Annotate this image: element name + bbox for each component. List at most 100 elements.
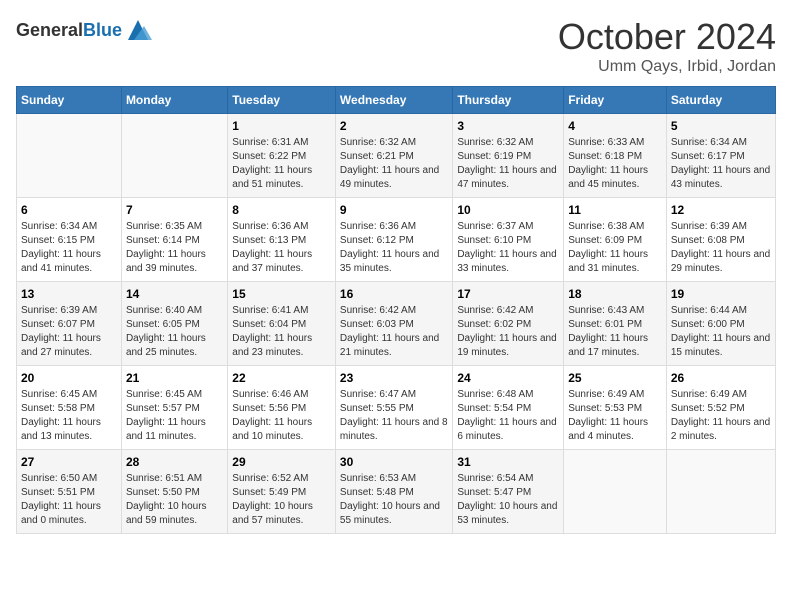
title-month: October 2024 bbox=[558, 16, 776, 58]
day-info: Sunrise: 6:45 AMSunset: 5:58 PMDaylight:… bbox=[21, 388, 117, 444]
calendar-cell: 9 Sunrise: 6:36 AMSunset: 6:12 PMDaylight… bbox=[335, 198, 452, 282]
day-number: 26 bbox=[671, 371, 771, 385]
calendar-cell: 13Sunrise: 6:39 AMSunset: 6:07 PMDayligh… bbox=[17, 282, 122, 366]
day-number: 14 bbox=[126, 287, 223, 301]
day-number: 23 bbox=[340, 371, 448, 385]
calendar-header: SundayMondayTuesdayWednesdayThursdayFrid… bbox=[17, 87, 776, 114]
day-number: 17 bbox=[457, 287, 559, 301]
day-number: 10 bbox=[457, 203, 559, 217]
logo-icon bbox=[124, 16, 152, 44]
day-info: Sunrise: 6:34 AMSunset: 6:15 PMDaylight:… bbox=[21, 220, 117, 276]
page-header: GeneralBlue October 2024 Umm Qays, Irbid… bbox=[16, 16, 776, 76]
day-number: 18 bbox=[568, 287, 662, 301]
day-number: 4 bbox=[568, 119, 662, 133]
day-info: Sunrise: 6:49 AMSunset: 5:52 PMDaylight:… bbox=[671, 388, 771, 444]
day-number: 3 bbox=[457, 119, 559, 133]
weekday-header: Thursday bbox=[453, 87, 564, 114]
day-info: Sunrise: 6:36 AMSunset: 6:12 PMDaylight:… bbox=[340, 220, 448, 276]
day-number: 12 bbox=[671, 203, 771, 217]
calendar-cell: 31 Sunrise: 6:54 AMSunset: 5:47 PMDayligh… bbox=[453, 450, 564, 534]
day-info: Sunrise: 6:45 AMSunset: 5:57 PMDaylight:… bbox=[126, 388, 223, 444]
calendar-cell bbox=[564, 450, 667, 534]
weekday-row: SundayMondayTuesdayWednesdayThursdayFrid… bbox=[17, 87, 776, 114]
calendar-cell: 3 Sunrise: 6:32 AMSunset: 6:19 PMDaylight… bbox=[453, 114, 564, 198]
day-number: 25 bbox=[568, 371, 662, 385]
calendar-table: SundayMondayTuesdayWednesdayThursdayFrid… bbox=[16, 86, 776, 534]
day-info: Sunrise: 6:49 AMSunset: 5:53 PMDaylight:… bbox=[568, 388, 662, 444]
day-number: 9 bbox=[340, 203, 448, 217]
calendar-cell: 8 Sunrise: 6:36 AMSunset: 6:13 PMDaylight… bbox=[228, 198, 336, 282]
day-info: Sunrise: 6:36 AMSunset: 6:13 PMDaylight:… bbox=[232, 220, 331, 276]
calendar-cell: 30 Sunrise: 6:53 AMSunset: 5:48 PMDayligh… bbox=[335, 450, 452, 534]
day-info: Sunrise: 6:32 AMSunset: 6:21 PMDaylight:… bbox=[340, 136, 448, 192]
calendar-cell: 21 Sunrise: 6:45 AMSunset: 5:57 PMDayligh… bbox=[121, 366, 227, 450]
day-number: 20 bbox=[21, 371, 117, 385]
calendar-cell: 28 Sunrise: 6:51 AMSunset: 5:50 PMDayligh… bbox=[121, 450, 227, 534]
day-number: 11 bbox=[568, 203, 662, 217]
weekday-header: Sunday bbox=[17, 87, 122, 114]
day-info: Sunrise: 6:41 AMSunset: 6:04 PMDaylight:… bbox=[232, 304, 331, 360]
day-info: Sunrise: 6:37 AMSunset: 6:10 PMDaylight:… bbox=[457, 220, 559, 276]
weekday-header: Friday bbox=[564, 87, 667, 114]
calendar-cell: 22Sunrise: 6:46 AMSunset: 5:56 PMDayligh… bbox=[228, 366, 336, 450]
logo-general: General bbox=[16, 20, 83, 40]
day-number: 8 bbox=[232, 203, 331, 217]
day-info: Sunrise: 6:38 AMSunset: 6:09 PMDaylight:… bbox=[568, 220, 662, 276]
title-section: October 2024 Umm Qays, Irbid, Jordan bbox=[558, 16, 776, 76]
day-number: 1 bbox=[232, 119, 331, 133]
day-info: Sunrise: 6:34 AMSunset: 6:17 PMDaylight:… bbox=[671, 136, 771, 192]
day-info: Sunrise: 6:39 AMSunset: 6:08 PMDaylight:… bbox=[671, 220, 771, 276]
calendar-cell bbox=[666, 450, 775, 534]
day-number: 19 bbox=[671, 287, 771, 301]
day-info: Sunrise: 6:51 AMSunset: 5:50 PMDaylight:… bbox=[126, 472, 223, 528]
calendar-cell: 26 Sunrise: 6:49 AMSunset: 5:52 PMDayligh… bbox=[666, 366, 775, 450]
calendar-cell: 29Sunrise: 6:52 AMSunset: 5:49 PMDayligh… bbox=[228, 450, 336, 534]
day-info: Sunrise: 6:42 AMSunset: 6:03 PMDaylight:… bbox=[340, 304, 448, 360]
day-number: 7 bbox=[126, 203, 223, 217]
calendar-cell: 23Sunrise: 6:47 AMSunset: 5:55 PMDayligh… bbox=[335, 366, 452, 450]
weekday-header: Saturday bbox=[666, 87, 775, 114]
weekday-header: Tuesday bbox=[228, 87, 336, 114]
day-number: 22 bbox=[232, 371, 331, 385]
calendar-cell: 11 Sunrise: 6:38 AMSunset: 6:09 PMDayligh… bbox=[564, 198, 667, 282]
day-number: 5 bbox=[671, 119, 771, 133]
day-number: 24 bbox=[457, 371, 559, 385]
weekday-header: Monday bbox=[121, 87, 227, 114]
calendar-week-row: 6 Sunrise: 6:34 AMSunset: 6:15 PMDaylight… bbox=[17, 198, 776, 282]
title-location: Umm Qays, Irbid, Jordan bbox=[558, 58, 776, 76]
calendar-cell: 24Sunrise: 6:48 AMSunset: 5:54 PMDayligh… bbox=[453, 366, 564, 450]
day-info: Sunrise: 6:42 AMSunset: 6:02 PMDaylight:… bbox=[457, 304, 559, 360]
calendar-cell: 18 Sunrise: 6:43 AMSunset: 6:01 PMDayligh… bbox=[564, 282, 667, 366]
day-info: Sunrise: 6:31 AMSunset: 6:22 PMDaylight:… bbox=[232, 136, 331, 192]
calendar-cell: 6 Sunrise: 6:34 AMSunset: 6:15 PMDaylight… bbox=[17, 198, 122, 282]
day-info: Sunrise: 6:35 AMSunset: 6:14 PMDaylight:… bbox=[126, 220, 223, 276]
calendar-cell: 10 Sunrise: 6:37 AMSunset: 6:10 PMDayligh… bbox=[453, 198, 564, 282]
calendar-cell: 20 Sunrise: 6:45 AMSunset: 5:58 PMDayligh… bbox=[17, 366, 122, 450]
day-info: Sunrise: 6:40 AMSunset: 6:05 PMDaylight:… bbox=[126, 304, 223, 360]
day-info: Sunrise: 6:44 AMSunset: 6:00 PMDaylight:… bbox=[671, 304, 771, 360]
day-info: Sunrise: 6:54 AMSunset: 5:47 PMDaylight:… bbox=[457, 472, 559, 528]
calendar-cell: 27Sunrise: 6:50 AMSunset: 5:51 PMDayligh… bbox=[17, 450, 122, 534]
day-info: Sunrise: 6:53 AMSunset: 5:48 PMDaylight:… bbox=[340, 472, 448, 528]
day-info: Sunrise: 6:43 AMSunset: 6:01 PMDaylight:… bbox=[568, 304, 662, 360]
day-number: 30 bbox=[340, 455, 448, 469]
day-number: 21 bbox=[126, 371, 223, 385]
calendar-week-row: 13Sunrise: 6:39 AMSunset: 6:07 PMDayligh… bbox=[17, 282, 776, 366]
calendar-cell: 25 Sunrise: 6:49 AMSunset: 5:53 PMDayligh… bbox=[564, 366, 667, 450]
day-info: Sunrise: 6:52 AMSunset: 5:49 PMDaylight:… bbox=[232, 472, 331, 528]
day-number: 27 bbox=[21, 455, 117, 469]
calendar-body: 1 Sunrise: 6:31 AMSunset: 6:22 PMDaylight… bbox=[17, 114, 776, 534]
calendar-cell: 2Sunrise: 6:32 AMSunset: 6:21 PMDaylight… bbox=[335, 114, 452, 198]
calendar-cell: 7 Sunrise: 6:35 AMSunset: 6:14 PMDaylight… bbox=[121, 198, 227, 282]
logo-blue: Blue bbox=[83, 20, 122, 40]
calendar-week-row: 20 Sunrise: 6:45 AMSunset: 5:58 PMDayligh… bbox=[17, 366, 776, 450]
calendar-cell bbox=[17, 114, 122, 198]
calendar-cell: 17 Sunrise: 6:42 AMSunset: 6:02 PMDayligh… bbox=[453, 282, 564, 366]
day-number: 6 bbox=[21, 203, 117, 217]
day-number: 28 bbox=[126, 455, 223, 469]
calendar-cell: 15Sunrise: 6:41 AMSunset: 6:04 PMDayligh… bbox=[228, 282, 336, 366]
day-info: Sunrise: 6:32 AMSunset: 6:19 PMDaylight:… bbox=[457, 136, 559, 192]
day-number: 31 bbox=[457, 455, 559, 469]
day-number: 16 bbox=[340, 287, 448, 301]
logo-wordmark: GeneralBlue bbox=[16, 20, 122, 41]
